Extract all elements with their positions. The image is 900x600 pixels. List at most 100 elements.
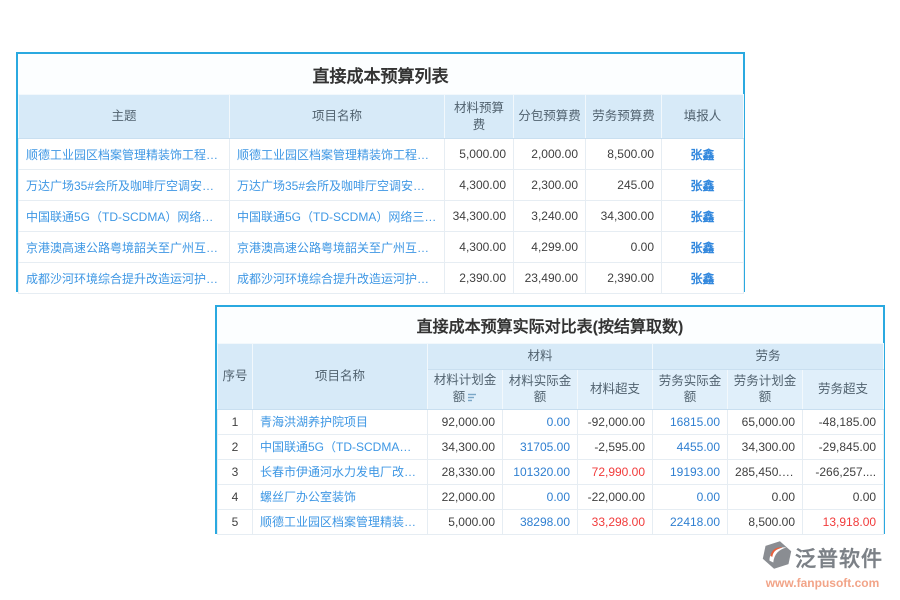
material-actual-cell[interactable]: 38298.00 bbox=[503, 509, 578, 534]
subject-link[interactable]: 万达广场35#会所及咖啡厅空调安装... bbox=[19, 170, 230, 201]
material-plan-cell: 92,000.00 bbox=[428, 409, 503, 434]
subject-link[interactable]: 中国联通5G（TD-SCDMA）网络三... bbox=[19, 201, 230, 232]
labor-actual-cell[interactable]: 4455.00 bbox=[653, 434, 728, 459]
project-link[interactable]: 京港澳高速公路粤境韶关至广州互通... bbox=[230, 232, 445, 263]
col-header-reporter[interactable]: 填报人 bbox=[662, 95, 744, 139]
labor-actual-cell[interactable]: 22418.00 bbox=[653, 509, 728, 534]
group-header-labor: 劳务 bbox=[653, 344, 884, 370]
col-header-labor-actual[interactable]: 劳务实际金额 bbox=[653, 370, 728, 410]
seq-cell: 1 bbox=[218, 409, 253, 434]
fanpu-url: www.fanpusoft.com bbox=[755, 576, 890, 590]
labor-plan-cell: 65,000.00 bbox=[728, 409, 803, 434]
labor-actual-cell[interactable]: 16815.00 bbox=[653, 409, 728, 434]
budget-list-title: 直接成本预算列表 bbox=[18, 54, 743, 94]
col-header-material-overspend[interactable]: 材料超支 bbox=[578, 370, 653, 410]
budget-list-row: 中国联通5G（TD-SCDMA）网络三...中国联通5G（TD-SCDMA）网络… bbox=[19, 201, 744, 232]
subcontract-budget-cell: 4,299.00 bbox=[514, 232, 586, 263]
reporter-link[interactable]: 张鑫 bbox=[662, 201, 744, 232]
subject-link[interactable]: 成都沙河环境综合提升改造运河护岸... bbox=[19, 263, 230, 294]
labor-actual-cell[interactable]: 0.00 bbox=[653, 484, 728, 509]
budget-list-row: 京港澳高速公路粤境韶关至广州互通...京港澳高速公路粤境韶关至广州互通...4,… bbox=[19, 232, 744, 263]
comparison-row: 4螺丝厂办公室装饰22,000.000.00-22,000.000.000.00… bbox=[218, 484, 884, 509]
sort-icon[interactable] bbox=[468, 390, 477, 407]
budget-list-row: 成都沙河环境综合提升改造运河护岸...成都沙河环境综合提升改造运河护岸...2,… bbox=[19, 263, 744, 294]
material-budget-cell: 4,300.00 bbox=[445, 170, 514, 201]
col-header-project[interactable]: 项目名称 bbox=[230, 95, 445, 139]
budget-actual-comparison-panel: 直接成本预算实际对比表(按结算取数) 序号 项目名称 材料 劳务 材料计划金额 … bbox=[215, 305, 885, 534]
material-actual-cell[interactable]: 0.00 bbox=[503, 409, 578, 434]
labor-plan-cell: 8,500.00 bbox=[728, 509, 803, 534]
col-header-labor-overspend[interactable]: 劳务超支 bbox=[803, 370, 884, 410]
subject-link[interactable]: 京港澳高速公路粤境韶关至广州互通... bbox=[19, 232, 230, 263]
project-link[interactable]: 中国联通5G（TD-SCDMA）网络三期... bbox=[230, 201, 445, 232]
material-plan-cell: 34,300.00 bbox=[428, 434, 503, 459]
reporter-link[interactable]: 张鑫 bbox=[662, 139, 744, 170]
subcontract-budget-cell: 23,490.00 bbox=[514, 263, 586, 294]
comparison-row: 3长春市伊通河水力发电厂改建工程28,330.00101320.0072,990… bbox=[218, 459, 884, 484]
comparison-table-title: 直接成本预算实际对比表(按结算取数) bbox=[217, 307, 883, 343]
material-actual-cell[interactable]: 0.00 bbox=[503, 484, 578, 509]
labor-overspend-cell: 0.00 bbox=[803, 484, 884, 509]
project-link[interactable]: 顺德工业园区档案管理精装饰工程（... bbox=[230, 139, 445, 170]
budget-list-table: 主题 项目名称 材料预算费 分包预算费 劳务预算费 填报人 顺德工业园区档案管理… bbox=[18, 94, 744, 294]
reporter-link[interactable]: 张鑫 bbox=[662, 170, 744, 201]
project-link[interactable]: 成都沙河环境综合提升改造运河护岸... bbox=[230, 263, 445, 294]
budget-list-row: 万达广场35#会所及咖啡厅空调安装...万达广场35#会所及咖啡厅空调安装工程4… bbox=[19, 170, 744, 201]
material-overspend-cell: -92,000.00 bbox=[578, 409, 653, 434]
material-actual-cell[interactable]: 31705.00 bbox=[503, 434, 578, 459]
labor-plan-cell: 34,300.00 bbox=[728, 434, 803, 459]
material-overspend-cell: -2,595.00 bbox=[578, 434, 653, 459]
labor-plan-cell: 0.00 bbox=[728, 484, 803, 509]
comparison-row: 2中国联通5G（TD-SCDMA）网络三34,300.0031705.00-2,… bbox=[218, 434, 884, 459]
comparison-table: 序号 项目名称 材料 劳务 材料计划金额 材料实际金额 材料超支 劳务实际金额 … bbox=[217, 343, 884, 535]
comparison-row: 1青海洪湖养护院项目92,000.000.00-92,000.0016815.0… bbox=[218, 409, 884, 434]
col-header-material-budget[interactable]: 材料预算费 bbox=[445, 95, 514, 139]
labor-overspend-cell: 13,918.00 bbox=[803, 509, 884, 534]
material-budget-cell: 34,300.00 bbox=[445, 201, 514, 232]
project-link[interactable]: 长春市伊通河水力发电厂改建工程 bbox=[253, 459, 428, 484]
direct-cost-budget-list-panel: 直接成本预算列表 主题 项目名称 材料预算费 分包预算费 劳务预算费 填报人 顺… bbox=[16, 52, 745, 292]
col-header-material-actual[interactable]: 材料实际金额 bbox=[503, 370, 578, 410]
fanpu-logo: 泛普软件 www.fanpusoft.com bbox=[755, 540, 890, 590]
seq-cell: 5 bbox=[218, 509, 253, 534]
project-link[interactable]: 顺德工业园区档案管理精装饰工程 bbox=[253, 509, 428, 534]
subject-link[interactable]: 顺德工业园区档案管理精装饰工程（... bbox=[19, 139, 230, 170]
material-actual-cell[interactable]: 101320.00 bbox=[503, 459, 578, 484]
subcontract-budget-cell: 3,240.00 bbox=[514, 201, 586, 232]
budget-list-row: 顺德工业园区档案管理精装饰工程（...顺德工业园区档案管理精装饰工程（...5,… bbox=[19, 139, 744, 170]
col-header-material-plan[interactable]: 材料计划金额 bbox=[428, 370, 503, 410]
fanpu-brand-text: 泛普软件 bbox=[795, 543, 883, 573]
subcontract-budget-cell: 2,000.00 bbox=[514, 139, 586, 170]
seq-cell: 3 bbox=[218, 459, 253, 484]
budget-list-header-row: 主题 项目名称 材料预算费 分包预算费 劳务预算费 填报人 bbox=[19, 95, 744, 139]
project-link[interactable]: 中国联通5G（TD-SCDMA）网络三 bbox=[253, 434, 428, 459]
col-header-labor-budget[interactable]: 劳务预算费 bbox=[586, 95, 662, 139]
material-plan-cell: 5,000.00 bbox=[428, 509, 503, 534]
project-link[interactable]: 螺丝厂办公室装饰 bbox=[253, 484, 428, 509]
col-header-subject[interactable]: 主题 bbox=[19, 95, 230, 139]
labor-overspend-cell: -48,185.00 bbox=[803, 409, 884, 434]
fanpu-logo-icon bbox=[762, 540, 792, 575]
labor-budget-cell: 0.00 bbox=[586, 232, 662, 263]
col-header-project-name[interactable]: 项目名称 bbox=[253, 344, 428, 410]
labor-budget-cell: 34,300.00 bbox=[586, 201, 662, 232]
project-link[interactable]: 万达广场35#会所及咖啡厅空调安装工程 bbox=[230, 170, 445, 201]
labor-overspend-cell: -29,845.00 bbox=[803, 434, 884, 459]
project-link[interactable]: 青海洪湖养护院项目 bbox=[253, 409, 428, 434]
reporter-link[interactable]: 张鑫 bbox=[662, 232, 744, 263]
material-overspend-cell: -22,000.00 bbox=[578, 484, 653, 509]
material-overspend-cell: 72,990.00 bbox=[578, 459, 653, 484]
reporter-link[interactable]: 张鑫 bbox=[662, 263, 744, 294]
col-header-subcontract-budget[interactable]: 分包预算费 bbox=[514, 95, 586, 139]
col-header-labor-plan[interactable]: 劳务计划金额 bbox=[728, 370, 803, 410]
labor-budget-cell: 8,500.00 bbox=[586, 139, 662, 170]
material-budget-cell: 2,390.00 bbox=[445, 263, 514, 294]
labor-budget-cell: 2,390.00 bbox=[586, 263, 662, 294]
material-plan-cell: 22,000.00 bbox=[428, 484, 503, 509]
labor-actual-cell[interactable]: 19193.00 bbox=[653, 459, 728, 484]
material-budget-cell: 4,300.00 bbox=[445, 232, 514, 263]
material-plan-cell: 28,330.00 bbox=[428, 459, 503, 484]
group-header-material: 材料 bbox=[428, 344, 653, 370]
comparison-row: 5顺德工业园区档案管理精装饰工程5,000.0038298.0033,298.0… bbox=[218, 509, 884, 534]
labor-overspend-cell: -266,257.... bbox=[803, 459, 884, 484]
